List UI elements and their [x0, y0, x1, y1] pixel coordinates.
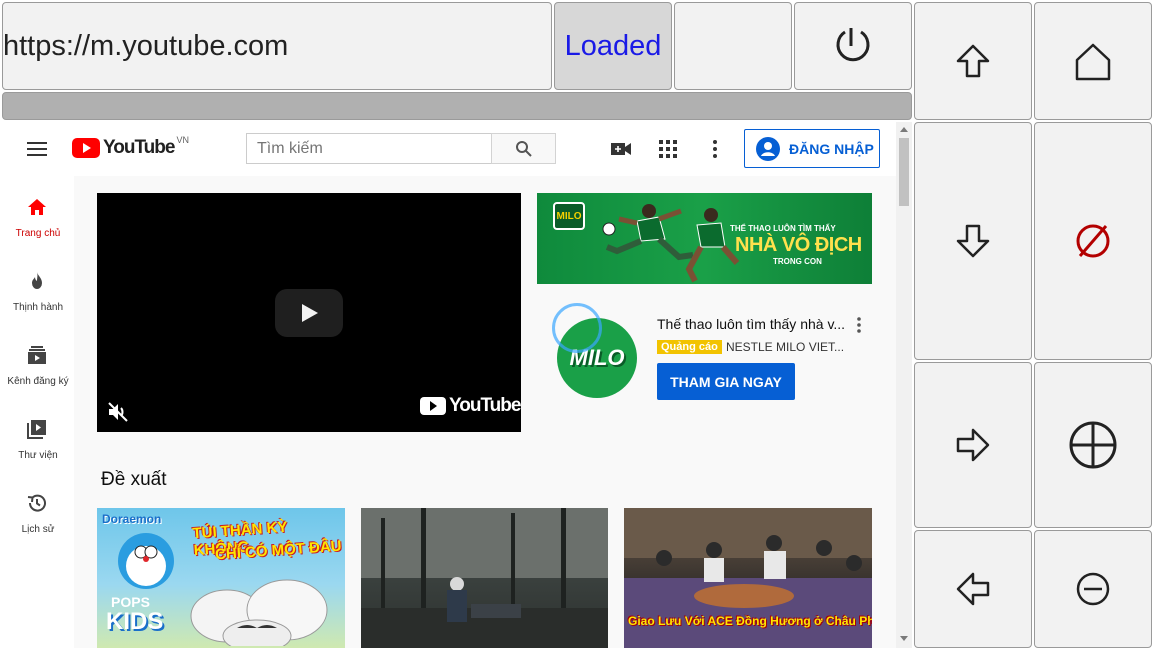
create-video-icon[interactable] — [610, 139, 632, 159]
nav-item-library[interactable]: Thư viện — [2, 398, 74, 472]
youtube-logo[interactable]: YouTube VN — [72, 135, 189, 159]
url-bar[interactable]: https://m.youtube.com — [2, 2, 552, 90]
thumbnail-brand: Doraemon — [102, 512, 162, 526]
scrollbar[interactable] — [896, 122, 912, 648]
nav-item-history[interactable]: Lịch sử — [2, 472, 74, 546]
forward-button[interactable] — [914, 362, 1032, 528]
ad-cta-button[interactable]: THAM GIA NGAY — [657, 363, 795, 400]
nav-item-home[interactable]: Trang chủ — [2, 176, 74, 250]
video-thumbnail[interactable] — [361, 508, 608, 648]
left-nav: Trang chủ Thịnh hành Kênh đăng ký Thư vi… — [2, 176, 74, 648]
cancel-icon — [1076, 224, 1110, 258]
ad-advertiser-name: NESTLE MILO VIET... — [726, 340, 845, 354]
scrollbar-thumb[interactable] — [899, 138, 909, 206]
banner-line-2: NHÀ VÔ ĐỊCH — [735, 234, 862, 256]
ad-title[interactable]: Thế thao luôn tìm thấy nhà v... — [657, 316, 847, 332]
zoom-out-button[interactable] — [1034, 530, 1152, 648]
url-text: https://m.youtube.com — [3, 29, 289, 62]
nav-item-label: Thịnh hành — [12, 302, 64, 313]
play-icon — [302, 304, 318, 322]
progress-bar — [2, 92, 912, 120]
region-code: VN — [176, 135, 189, 145]
minus-circle-icon — [1076, 572, 1110, 606]
menu-icon[interactable] — [26, 140, 48, 158]
scroll-up-button[interactable] — [914, 2, 1032, 120]
browser-window: https://m.youtube.com Loaded YouTube VN … — [0, 0, 1154, 650]
search-icon — [515, 140, 532, 157]
trending-icon — [32, 272, 42, 289]
ad-banner[interactable]: MILO THỂ THAO LUÔN TÌM THẤY NHÀ VÔ ĐỊCH … — [537, 193, 872, 284]
dumplings-image — [190, 579, 328, 646]
nav-item-label: Kênh đăng ký — [7, 376, 69, 387]
crosshair-icon — [1069, 421, 1117, 469]
nav-item-subscriptions[interactable]: Kênh đăng ký — [2, 324, 74, 398]
home-outline-icon — [1075, 43, 1111, 81]
video-player[interactable]: YouTube — [97, 193, 521, 432]
search-input[interactable]: Tìm kiếm — [246, 133, 492, 164]
youtube-play-logo-icon — [72, 138, 100, 158]
more-vertical-icon[interactable] — [708, 139, 722, 159]
ad-more-icon[interactable] — [855, 316, 863, 334]
nav-item-trending[interactable]: Thịnh hành — [2, 250, 74, 324]
player-youtube-logo: YouTube — [420, 395, 521, 417]
forest-scene-image — [361, 508, 608, 648]
play-button[interactable] — [275, 289, 343, 337]
video-thumbnail[interactable]: Giao Lưu Với ACE Đồng Hương ở Châu Phi — [624, 508, 872, 648]
history-icon — [27, 494, 46, 512]
section-title: Đề xuất — [101, 469, 167, 490]
scroll-down-arrow-icon[interactable] — [900, 636, 908, 641]
home-icon — [28, 199, 46, 215]
scroll-up-arrow-icon[interactable] — [900, 127, 908, 132]
home-button[interactable] — [1034, 2, 1152, 120]
nav-item-label: Thư viện — [18, 450, 58, 461]
zoom-in-button[interactable] — [1034, 362, 1152, 528]
channel-logo-line-2: KIDS — [106, 608, 164, 635]
banner-line-1: THỂ THAO LUÔN TÌM THẤY — [730, 224, 836, 233]
player-logo-text: YouTube — [449, 395, 521, 416]
arrow-left-icon — [956, 572, 990, 606]
logo-text: YouTube — [103, 137, 175, 158]
blank-button[interactable] — [674, 2, 792, 90]
scroll-down-button[interactable] — [914, 122, 1032, 360]
arrow-up-icon — [956, 44, 990, 78]
yt-header: YouTube VN Tìm kiếm ĐĂNG NHẬP — [2, 122, 896, 176]
touch-indicator — [552, 303, 602, 353]
video-thumbnail[interactable]: Doraemon TÚI THẦN KỲ KHÔNG CHỈ CÓ MỘT ĐÂ… — [97, 508, 345, 648]
apps-grid-icon[interactable] — [658, 139, 678, 159]
account-icon — [756, 136, 780, 161]
banner-line-3: TRONG CON — [773, 257, 822, 266]
search-button[interactable] — [491, 133, 556, 164]
mute-icon[interactable] — [107, 401, 129, 423]
youtube-play-logo-icon — [420, 397, 446, 415]
webview[interactable]: YouTube VN Tìm kiếm ĐĂNG NHẬP Trang chủ … — [2, 122, 912, 648]
search-placeholder: Tìm kiếm — [257, 139, 323, 157]
arrow-down-icon — [956, 224, 990, 258]
load-status: Loaded — [554, 2, 672, 90]
cartoon-character-image — [118, 533, 174, 589]
reload-button[interactable] — [794, 2, 912, 90]
subscriptions-icon — [28, 346, 46, 364]
sign-in-label: ĐĂNG NHẬP — [789, 140, 874, 157]
nav-item-label: Trang chủ — [15, 228, 61, 239]
cancel-button[interactable] — [1034, 122, 1152, 360]
arrow-right-icon — [956, 428, 990, 462]
thumbnail-caption: Giao Lưu Với ACE Đồng Hương ở Châu Phi — [628, 614, 872, 628]
back-button[interactable] — [914, 530, 1032, 648]
reload-icon — [836, 28, 870, 62]
ad-badge: Quảng cáo — [657, 340, 722, 354]
sign-in-button[interactable]: ĐĂNG NHẬP — [744, 129, 880, 168]
library-icon — [27, 420, 46, 439]
nav-item-label: Lịch sử — [21, 524, 55, 535]
banner-brand-logo: MILO — [553, 202, 585, 230]
